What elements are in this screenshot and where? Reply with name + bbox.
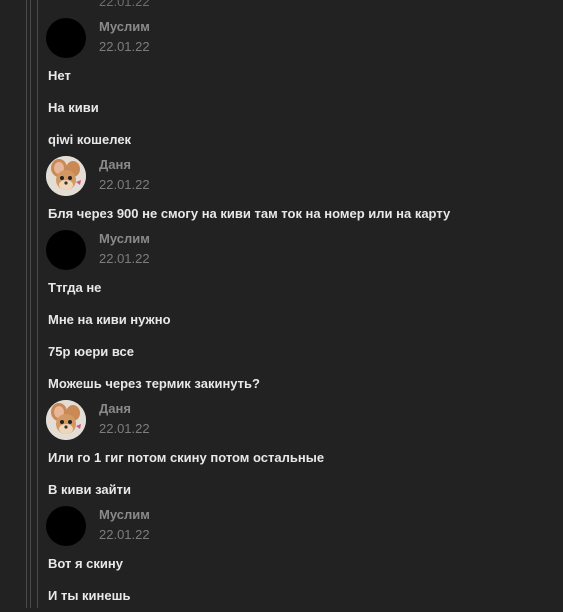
message-header: Даня 22.01.22 <box>46 400 558 450</box>
message-date: 22.01.22 <box>99 0 150 8</box>
message-group: Даня 22.01.22 Бля через 900 не смогу на … <box>38 156 558 230</box>
message-text: Или го 1 гиг потом скину потом остальные <box>48 450 325 465</box>
avatar[interactable] <box>46 506 86 546</box>
message-header: Муслим 22.01.22 <box>46 18 558 68</box>
message-group: Муслим 22.01.22 Ттгда не Мне на киви нуж… <box>38 230 558 400</box>
jerry-mouse-avatar[interactable] <box>46 156 86 196</box>
message-thread: Муслим 22.01.22 Нет На киви qiwi кошелек <box>38 18 558 612</box>
message-group: Муслим 22.01.22 Нет На киви qiwi кошелек <box>38 18 558 156</box>
message-text: На киви <box>48 100 99 115</box>
avatar[interactable] <box>46 18 86 58</box>
message-date: 22.01.22 <box>99 177 150 192</box>
message-date: 22.01.22 <box>99 39 150 54</box>
thread-rail <box>30 0 31 608</box>
message-date: 22.01.22 <box>99 251 150 266</box>
message-group: Даня 22.01.22 Или го 1 гиг потом скину п… <box>38 400 558 506</box>
author-name[interactable]: Муслим <box>99 231 150 246</box>
message-date: 22.01.22 <box>99 527 150 542</box>
message-header: Муслим 22.01.22 <box>46 506 558 556</box>
jerry-mouse-avatar[interactable] <box>46 400 86 440</box>
message-text: Можешь через термик закинуть? <box>48 376 260 391</box>
author-name[interactable]: Даня <box>99 157 131 172</box>
message-group: Муслим 22.01.22 Вот я скину И ты кинешь <box>38 506 558 612</box>
message-text: 75р юери все <box>48 344 135 359</box>
message-text: Ттгда не <box>48 280 102 295</box>
message-text: Вот я скину <box>48 556 123 571</box>
thread-rail <box>26 0 27 608</box>
author-name[interactable]: Муслим <box>99 19 150 34</box>
message-text: Нет <box>48 68 71 83</box>
author-name[interactable]: Муслим <box>99 507 150 522</box>
message-text: qiwi кошелек <box>48 132 132 147</box>
partial-message-header: 22.01.22 <box>38 0 338 8</box>
message-header: Даня 22.01.22 <box>46 156 558 206</box>
message-text: И ты кинешь <box>48 588 131 603</box>
message-header: Муслим 22.01.22 <box>46 230 558 280</box>
message-text: Бля через 900 не смогу на киви там ток н… <box>48 206 451 221</box>
message-date: 22.01.22 <box>99 421 150 436</box>
avatar[interactable] <box>46 230 86 270</box>
author-name[interactable]: Даня <box>99 401 131 416</box>
message-text: В киви зайти <box>48 482 131 497</box>
message-text: Мне на киви нужно <box>48 312 171 327</box>
